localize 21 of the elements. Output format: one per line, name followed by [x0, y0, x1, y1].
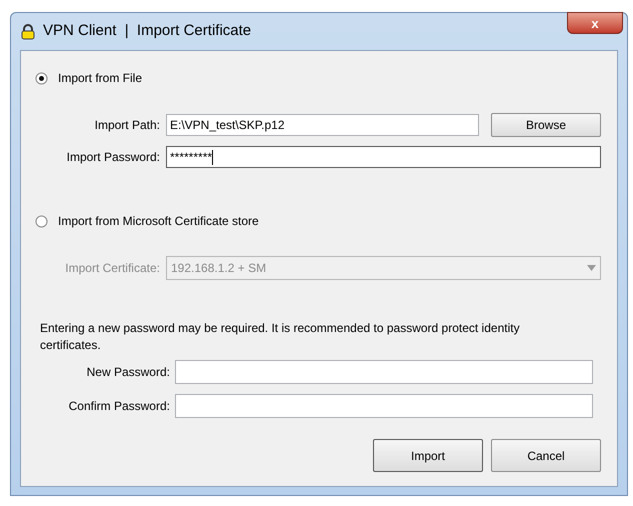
input-field[interactable] [175, 394, 593, 418]
dropdown-arrow-icon [587, 265, 596, 271]
field-label: Import Password: [66, 149, 161, 166]
cancel-button[interactable]: Cancel [491, 439, 601, 472]
window-title: VPN Client | Import Certificate [43, 21, 252, 42]
input-field[interactable] [175, 360, 593, 384]
field-label: New Password: [86, 364, 171, 381]
close-button[interactable]: x [567, 12, 623, 34]
import-button[interactable]: Import [373, 439, 483, 472]
input-field[interactable]: E:\VPN_test\SKP.p12 [166, 114, 479, 136]
input-field[interactable]: ********* [166, 146, 601, 168]
info-text: Entering a new password may be required. It is recommended to password protect identity certificates. [39, 320, 521, 354]
radio-label[interactable]: Import from Microsoft Certificate store [58, 212, 259, 230]
field-label: Confirm Password: [68, 398, 171, 415]
browse-button[interactable]: Browse [491, 113, 601, 137]
radio-button[interactable] [35, 72, 48, 84]
radio-button[interactable] [35, 214, 48, 228]
padlock-icon [21, 24, 35, 40]
field-label: Import Certificate: [64, 260, 161, 277]
radio-label[interactable]: Import from File [58, 69, 142, 87]
field-label: Import Path: [94, 117, 161, 134]
